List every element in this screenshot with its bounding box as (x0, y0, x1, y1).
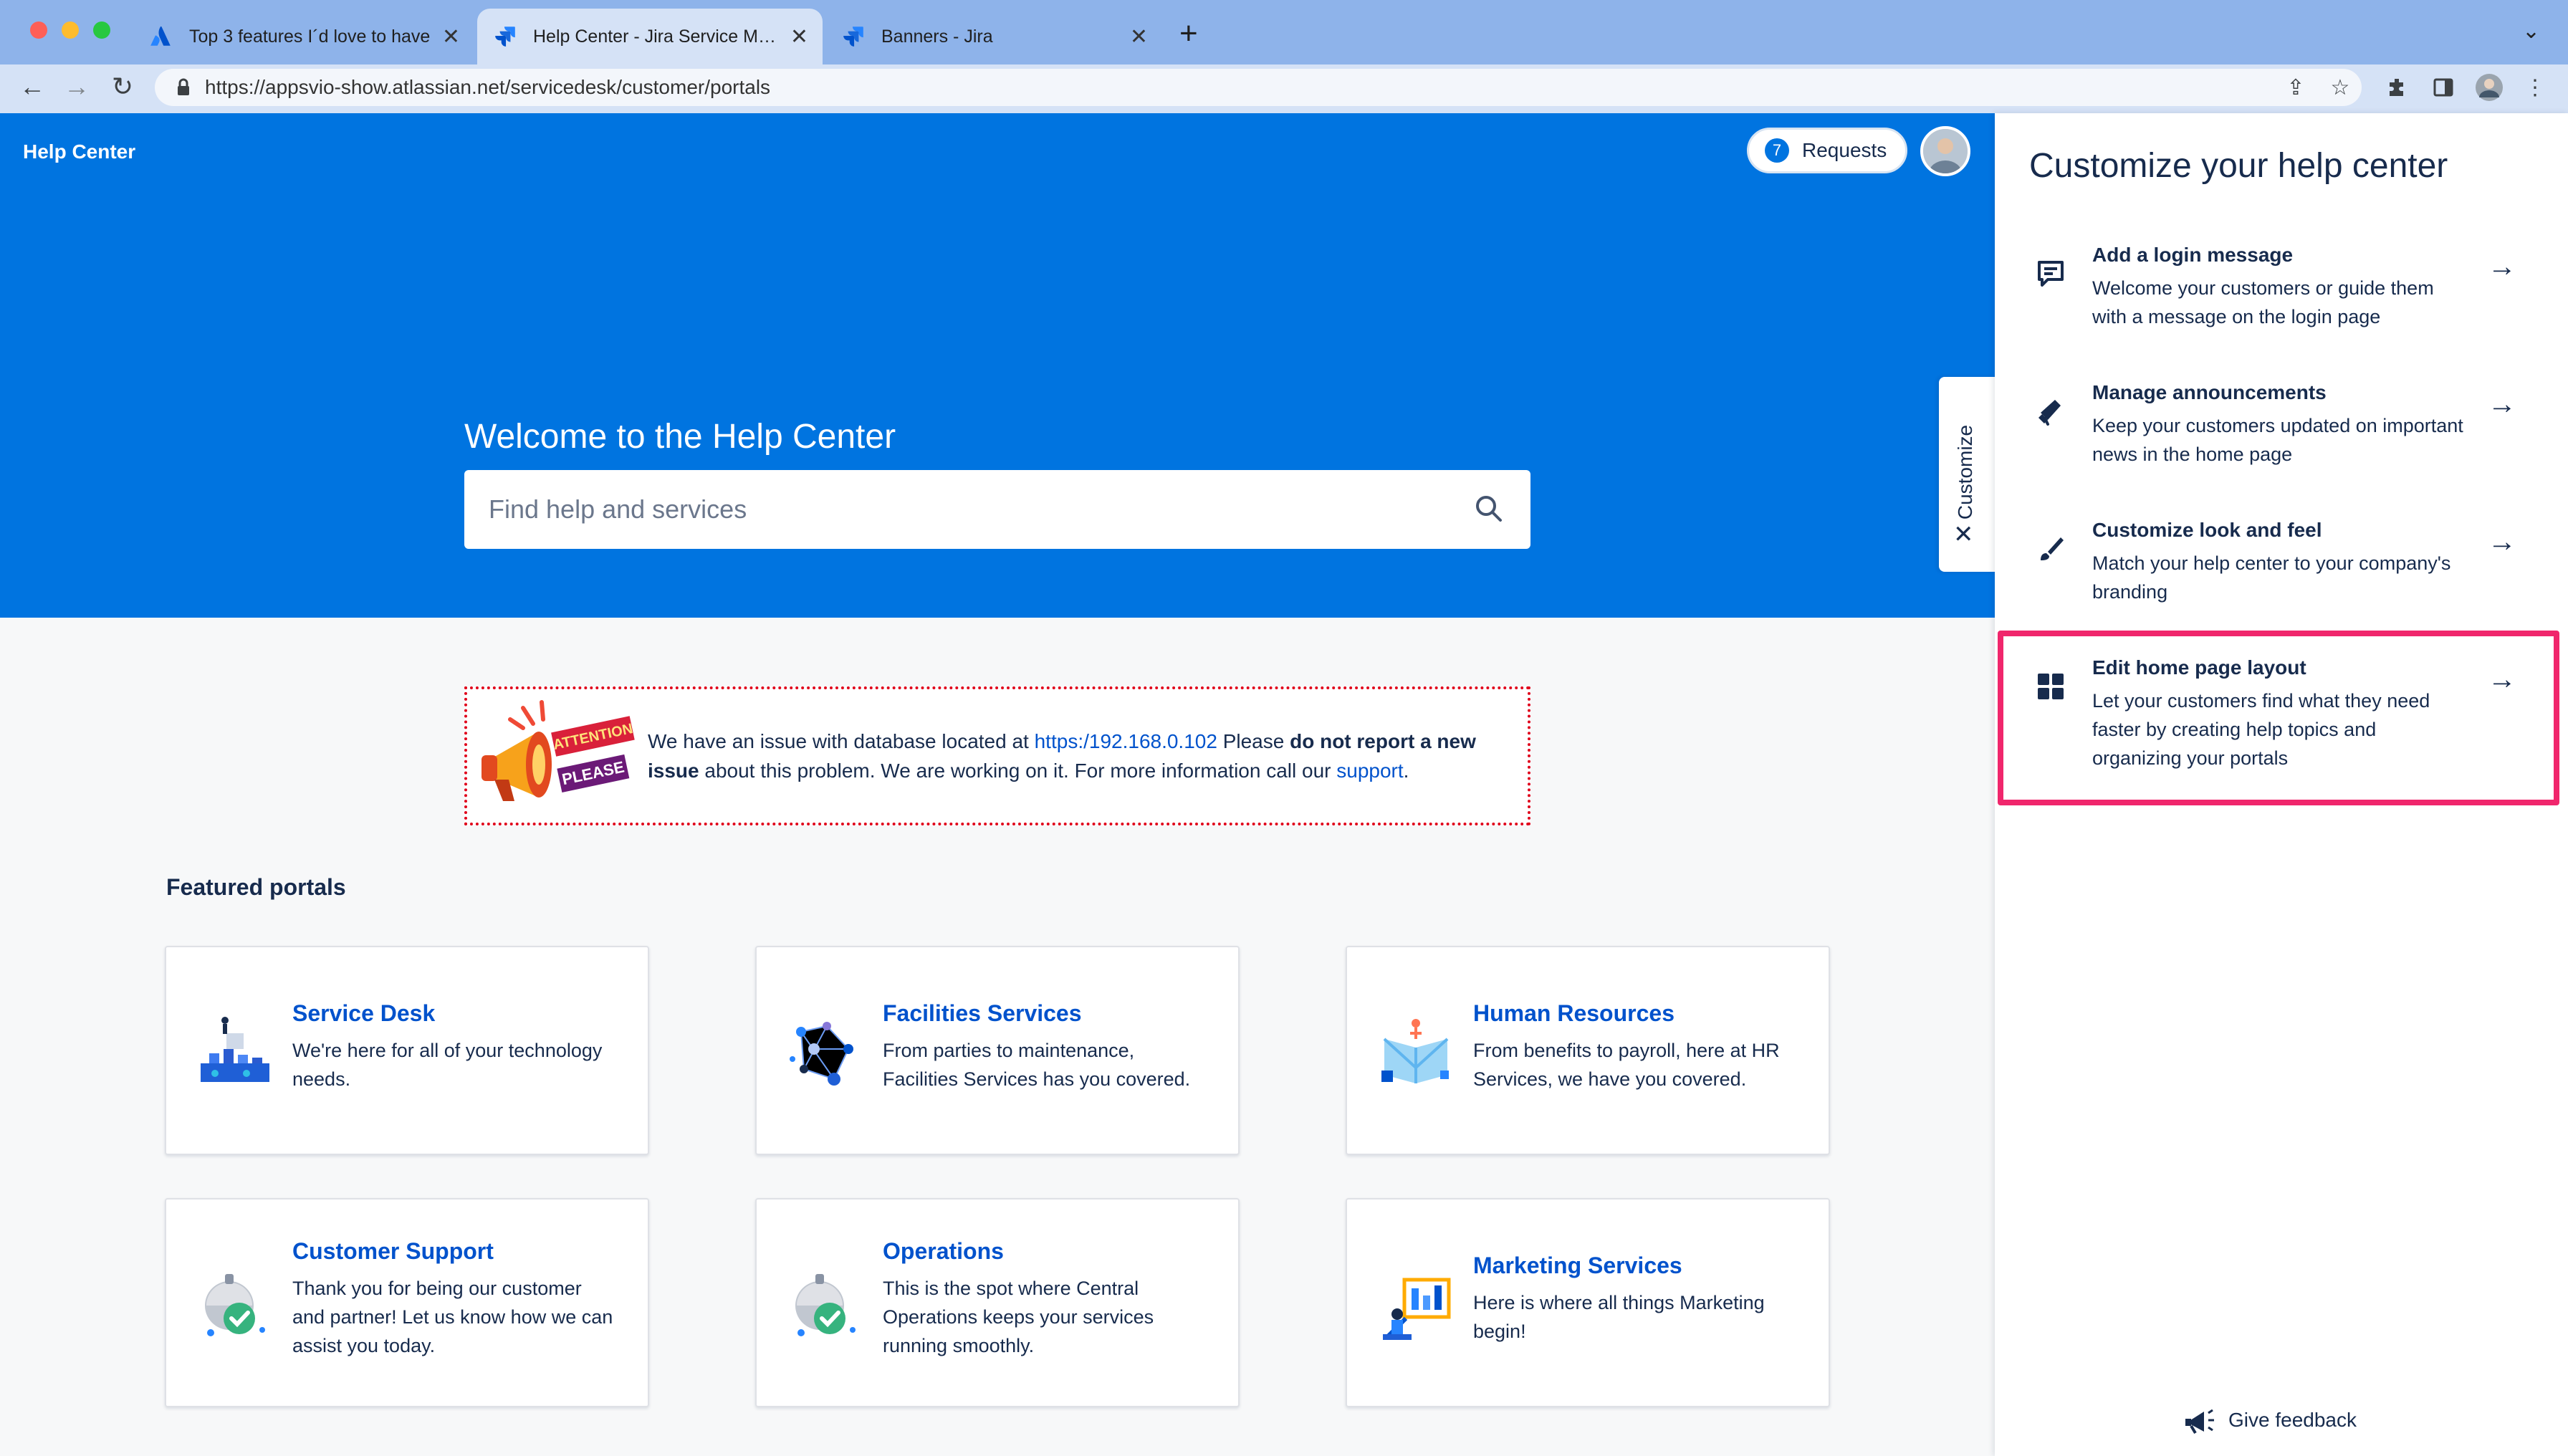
featured-portals-heading: Featured portals (166, 874, 346, 900)
megaphone-attention-image: ATTENTION PLEASE (481, 700, 635, 801)
human-resources-illustration (1381, 1019, 1449, 1083)
new-tab-button[interactable]: + (1179, 16, 1198, 52)
operations-illustration (795, 1274, 856, 1336)
tab-banners-jira[interactable]: Banners - Jira ✕ (825, 9, 1162, 64)
user-avatar[interactable] (1920, 126, 1970, 176)
panel-item-announcements[interactable]: Manage announcements Keep your customers… (1995, 367, 2568, 503)
announcement-banner: ATTENTION PLEASE We have an issue with d… (464, 686, 1530, 825)
profile-avatar-icon[interactable] (2473, 72, 2505, 103)
lock-icon (178, 78, 189, 95)
requests-label: Requests (1802, 139, 1887, 161)
brush-icon (2041, 537, 2064, 560)
banner-text-2: Please (1217, 730, 1290, 752)
portal-title[interactable]: Human Resources (1473, 1000, 1675, 1027)
window-minimize-button[interactable] (62, 21, 79, 39)
jira-icon (843, 27, 863, 47)
portal-title[interactable]: Service Desk (292, 1000, 435, 1027)
portal-description: We're here for all of your technology ne… (292, 1040, 603, 1090)
tab-top-features[interactable]: Top 3 features I´d love to have ✕ (133, 9, 474, 64)
bookmark-star-icon[interactable]: ☆ (2324, 72, 2356, 103)
customize-close-icon[interactable]: ✕ (1953, 520, 1974, 549)
forward-arrow-icon[interactable]: → (59, 69, 95, 105)
banner-support-link[interactable]: support (1336, 760, 1403, 782)
side-panel-icon[interactable] (2428, 72, 2459, 103)
portal-description: From parties to maintenance, Facilities … (883, 1040, 1191, 1090)
requests-count-badge: 7 (1765, 138, 1789, 163)
address-bar[interactable]: https://appsvio-show.atlassian.net/servi… (155, 69, 2362, 106)
banner-text-4: . (1403, 760, 1409, 782)
portal-title[interactable]: Operations (883, 1238, 1004, 1265)
message-icon (2038, 261, 2064, 287)
banner-text-1: We have an issue with database located a… (648, 730, 1035, 752)
panel-item-title: Add a login message (2092, 244, 2294, 266)
reload-icon[interactable]: ↻ (105, 69, 140, 105)
marketing-illustration (1383, 1278, 1451, 1340)
banner-text-3: about this problem. We are working on it… (699, 760, 1337, 782)
portal-title[interactable]: Facilities Services (883, 1000, 1082, 1027)
back-arrow-icon[interactable]: ← (14, 69, 50, 105)
highlight-box (1998, 631, 2559, 805)
portal-card-customer-support[interactable]: Customer Support Thank you for being our… (165, 1198, 649, 1407)
help-center-title[interactable]: Help Center (23, 140, 135, 163)
search-input[interactable]: Find help and services (464, 470, 1530, 549)
panel-item-look-and-feel[interactable]: Customize look and feel Match your help … (1995, 504, 2568, 641)
portal-title[interactable]: Customer Support (292, 1238, 494, 1265)
tab-close-icon[interactable]: ✕ (1130, 24, 1148, 49)
requests-button[interactable]: 7 Requests (1747, 128, 1907, 173)
window-maximize-button[interactable] (93, 21, 110, 39)
search-icon[interactable] (1473, 493, 1505, 525)
megaphone-icon (2038, 400, 2061, 426)
extensions-icon[interactable] (2382, 72, 2413, 103)
arrow-right-icon[interactable]: → (2488, 526, 2516, 558)
panel-title: Customize your help center (2029, 147, 2448, 185)
tab-close-icon[interactable]: ✕ (442, 24, 460, 49)
tab-close-icon[interactable]: ✕ (790, 24, 808, 49)
customize-label-wrap: Customize (1947, 411, 1983, 533)
search-placeholder: Find help and services (489, 494, 747, 524)
atlassian-icon (150, 26, 171, 46)
tab-strip: Top 3 features I´d love to have ✕ Help C… (0, 0, 2568, 64)
customer-support-illustration (205, 1274, 265, 1336)
tab-label: Banners - Jira (881, 26, 993, 47)
service-desk-illustration (201, 1017, 269, 1082)
panel-item-title: Manage announcements (2092, 381, 2327, 403)
window-close-button[interactable] (30, 21, 47, 39)
customize-tab[interactable]: Customize ✕ (1939, 377, 1995, 572)
panel-item-description: Keep your customers updated on important… (2092, 415, 2463, 465)
banner-ip-link[interactable]: https:/192.168.0.102 (1035, 730, 1217, 752)
arrow-right-icon[interactable]: → (2488, 251, 2516, 283)
portal-card-operations[interactable]: Operations This is the spot where Centra… (755, 1198, 1240, 1407)
jira-icon (495, 27, 515, 47)
feedback-megaphone-icon (2185, 1409, 2214, 1435)
tab-label: Help Center - Jira Service Management (533, 26, 782, 47)
panel-item-title: Customize look and feel (2092, 519, 2322, 541)
panel-item-description: Welcome your customers or guide them wit… (2092, 277, 2434, 327)
portal-card-facilities-services[interactable]: Facilities Services From parties to main… (755, 946, 1240, 1155)
portal-card-marketing-services[interactable]: Marketing Services Here is where all thi… (1346, 1198, 1830, 1407)
tab-help-center[interactable]: Help Center - Jira Service Management ✕ (477, 9, 823, 64)
panel-item-login-message[interactable]: Add a login message Welcome your custome… (1995, 229, 2568, 365)
customize-label: Customize (1954, 424, 1977, 520)
portal-description: Here is where all things Marketing begin… (1473, 1292, 1765, 1342)
welcome-heading: Welcome to the Help Center (464, 418, 896, 456)
banner-message: We have an issue with database located a… (638, 727, 1528, 785)
portal-description: From benefits to payroll, here at HR Ser… (1473, 1040, 1780, 1090)
user-avatar-icon (1923, 129, 1968, 173)
portal-description: Thank you for being our customer and par… (292, 1278, 613, 1356)
panel-item-description: Match your help center to your company's… (2092, 552, 2451, 603)
arrow-right-icon[interactable]: → (2488, 388, 2516, 421)
portal-card-service-desk[interactable]: Service Desk We're here for all of your … (165, 946, 649, 1155)
give-feedback-link[interactable]: Give feedback (2184, 1406, 2357, 1435)
browser-menu-icon[interactable]: ⋮ (2519, 72, 2551, 103)
tab-label: Top 3 features I´d love to have (189, 26, 431, 47)
portal-card-human-resources[interactable]: Human Resources From benefits to payroll… (1346, 946, 1830, 1155)
tab-list-chevron-icon[interactable]: ⌄ (2522, 19, 2540, 44)
give-feedback-label: Give feedback (2228, 1409, 2357, 1431)
facilities-illustration (790, 1022, 853, 1086)
url-text: https://appsvio-show.atlassian.net/servi… (205, 76, 771, 98)
portal-description: This is the spot where Central Operation… (883, 1278, 1154, 1356)
share-icon[interactable]: ⇪ (2280, 72, 2311, 103)
portal-title[interactable]: Marketing Services (1473, 1253, 1682, 1279)
